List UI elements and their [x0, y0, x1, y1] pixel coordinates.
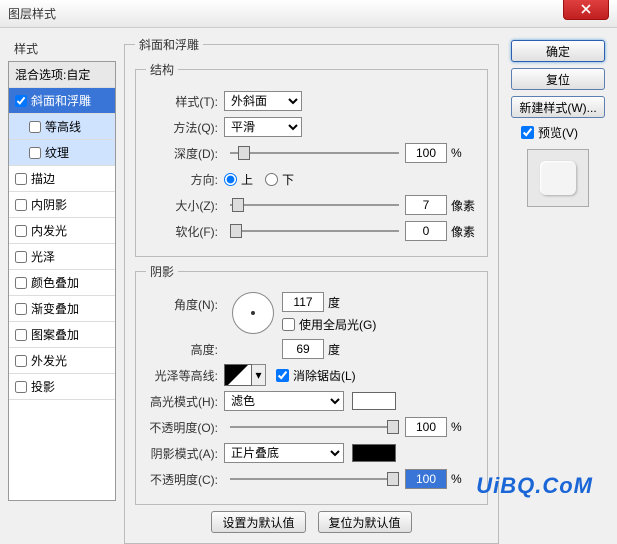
stroke-item[interactable]: 描边 [9, 166, 115, 192]
settings-panel: 斜面和浮雕 结构 样式(T): 外斜面 方法(Q): 平滑 深度(D): % [116, 36, 507, 499]
depth-label: 深度(D): [146, 145, 224, 162]
titlebar: 图层样式 [0, 0, 617, 28]
soften-unit: 像素 [447, 223, 477, 240]
drop-shadow-checkbox[interactable] [15, 381, 27, 393]
gradient-overlay-checkbox[interactable] [15, 303, 27, 315]
window-title: 图层样式 [8, 5, 56, 22]
angle-dial[interactable] [232, 292, 274, 334]
altitude-unit: 度 [324, 341, 354, 358]
outer-glow-item[interactable]: 外发光 [9, 348, 115, 374]
preview-box [527, 149, 589, 207]
direction-up[interactable]: 上 [224, 171, 253, 188]
drop-shadow-item[interactable]: 投影 [9, 374, 115, 400]
highlight-opacity-slider[interactable] [230, 420, 399, 434]
depth-input[interactable] [405, 143, 447, 163]
direction-label: 方向: [146, 171, 224, 188]
inner-shadow-checkbox[interactable] [15, 199, 27, 211]
shading-title: 阴影 [146, 263, 178, 280]
soften-slider[interactable] [230, 224, 399, 238]
shadow-opacity-slider[interactable] [230, 472, 399, 486]
highlight-opacity-label: 不透明度(O): [146, 419, 224, 436]
angle-label: 角度(N): [146, 292, 224, 313]
stroke-checkbox[interactable] [15, 173, 27, 185]
size-label: 大小(Z): [146, 197, 224, 214]
technique-select[interactable]: 平滑 [224, 117, 302, 137]
right-panel: 确定 复位 新建样式(W)... 预览(V) [507, 36, 609, 499]
angle-dot-icon [251, 311, 255, 315]
shadow-opacity-input[interactable] [405, 469, 447, 489]
preview-check[interactable]: 预览(V) [521, 124, 609, 141]
inner-shadow-item[interactable]: 内阴影 [9, 192, 115, 218]
blend-options-item[interactable]: 混合选项:自定 [9, 62, 115, 88]
highlight-mode-select[interactable]: 滤色 [224, 391, 344, 411]
bevel-group: 斜面和浮雕 结构 样式(T): 外斜面 方法(Q): 平滑 深度(D): % [124, 36, 499, 544]
styles-header: 样式 [8, 36, 116, 61]
contour-checkbox[interactable] [29, 121, 41, 133]
gloss-contour-swatch[interactable] [224, 364, 252, 386]
style-label: 样式(T): [146, 93, 224, 110]
pattern-overlay-checkbox[interactable] [15, 329, 27, 341]
shadow-opacity-unit: % [447, 472, 477, 486]
watermark: UiBQ.CoM [476, 473, 593, 499]
color-overlay-checkbox[interactable] [15, 277, 27, 289]
soften-label: 软化(F): [146, 223, 224, 240]
structure-group: 结构 样式(T): 外斜面 方法(Q): 平滑 深度(D): % 方向: [135, 61, 488, 257]
global-light-check[interactable]: 使用全局光(G) [282, 316, 376, 333]
bevel-group-title: 斜面和浮雕 [135, 36, 203, 53]
shadow-opacity-label: 不透明度(C): [146, 471, 224, 488]
reset-default-button[interactable]: 复位为默认值 [318, 511, 412, 533]
size-input[interactable] [405, 195, 447, 215]
highlight-mode-label: 高光模式(H): [146, 393, 224, 410]
angle-unit: 度 [324, 294, 354, 311]
altitude-input[interactable] [282, 339, 324, 359]
close-icon [581, 4, 591, 14]
outer-glow-checkbox[interactable] [15, 355, 27, 367]
highlight-opacity-unit: % [447, 420, 477, 434]
contour-item[interactable]: 等高线 [9, 114, 115, 140]
size-slider[interactable] [230, 198, 399, 212]
gloss-contour-dropdown[interactable]: ▾ [252, 364, 266, 386]
antialias-check[interactable]: 消除锯齿(L) [276, 367, 356, 384]
style-select[interactable]: 外斜面 [224, 91, 302, 111]
satin-checkbox[interactable] [15, 251, 27, 263]
depth-unit: % [447, 146, 477, 160]
highlight-opacity-input[interactable] [405, 417, 447, 437]
pattern-overlay-item[interactable]: 图案叠加 [9, 322, 115, 348]
gradient-overlay-item[interactable]: 渐变叠加 [9, 296, 115, 322]
shading-group: 阴影 角度(N): 度 使用全局光(G) 高度: [135, 263, 488, 505]
make-default-button[interactable]: 设置为默认值 [211, 511, 305, 533]
bevel-emboss-item[interactable]: 斜面和浮雕 [9, 88, 115, 114]
technique-label: 方法(Q): [146, 119, 224, 136]
shadow-color-swatch[interactable] [352, 444, 396, 462]
angle-input[interactable] [282, 292, 324, 312]
color-overlay-item[interactable]: 颜色叠加 [9, 270, 115, 296]
styles-list: 混合选项:自定 斜面和浮雕 等高线 纹理 描边 内阴影 内发光 光泽 颜色叠加 … [8, 61, 116, 501]
soften-input[interactable] [405, 221, 447, 241]
cancel-button[interactable]: 复位 [511, 68, 605, 90]
new-style-button[interactable]: 新建样式(W)... [511, 96, 605, 118]
direction-down[interactable]: 下 [265, 171, 294, 188]
depth-slider[interactable] [230, 146, 399, 160]
texture-checkbox[interactable] [29, 147, 41, 159]
inner-glow-item[interactable]: 内发光 [9, 218, 115, 244]
preview-swatch [540, 161, 576, 195]
close-button[interactable] [563, 0, 609, 20]
shadow-mode-select[interactable]: 正片叠底 [224, 443, 344, 463]
bevel-checkbox[interactable] [15, 95, 27, 107]
size-unit: 像素 [447, 197, 477, 214]
highlight-color-swatch[interactable] [352, 392, 396, 410]
altitude-label: 高度: [146, 341, 224, 358]
structure-title: 结构 [146, 61, 178, 78]
satin-item[interactable]: 光泽 [9, 244, 115, 270]
gloss-contour-label: 光泽等高线: [146, 367, 224, 384]
ok-button[interactable]: 确定 [511, 40, 605, 62]
texture-item[interactable]: 纹理 [9, 140, 115, 166]
styles-panel: 样式 混合选项:自定 斜面和浮雕 等高线 纹理 描边 内阴影 内发光 光泽 颜色… [8, 36, 116, 499]
shadow-mode-label: 阴影模式(A): [146, 445, 224, 462]
inner-glow-checkbox[interactable] [15, 225, 27, 237]
